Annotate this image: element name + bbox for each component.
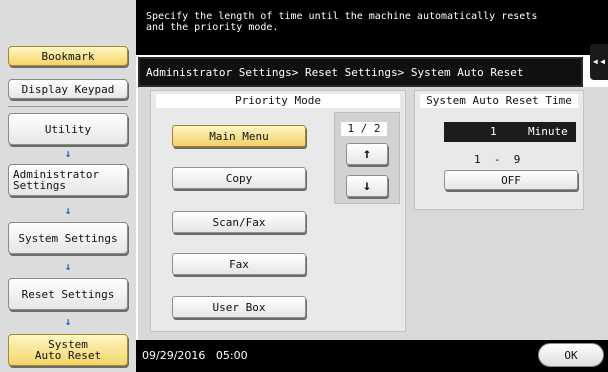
breadcrumb-text: Administrator Settings> Reset Settings> …	[146, 66, 524, 79]
priority-main-menu-button[interactable]: Main Menu	[172, 125, 306, 147]
down-arrow-icon: ↓	[64, 315, 72, 328]
reset-time-value: 1	[490, 125, 497, 138]
page-indicator: 1 / 2	[341, 122, 387, 136]
reset-time-unit: Minute	[528, 125, 568, 138]
auto-reset-time-panel	[414, 90, 584, 210]
nav-divider	[8, 106, 128, 107]
administrator-settings-button[interactable]: Administrator Settings	[8, 164, 128, 196]
priority-fax-button[interactable]: Fax	[172, 253, 306, 275]
off-button[interactable]: OFF	[444, 170, 578, 190]
auto-reset-time-title: System Auto Reset Time	[420, 94, 578, 108]
system-auto-reset-button[interactable]: System Auto Reset	[8, 334, 128, 366]
collapse-panel-icon[interactable]: ◂◂	[590, 44, 608, 80]
date-time: 09/29/2016 05:00	[142, 349, 248, 362]
page-down-button[interactable]: ↓	[346, 175, 388, 197]
priority-mode-title: Priority Mode	[156, 94, 400, 108]
priority-scan-fax-button[interactable]: Scan/Fax	[172, 211, 306, 233]
reset-time-field[interactable]: 1 Minute	[444, 122, 576, 142]
utility-button[interactable]: Utility	[8, 113, 128, 145]
message-bar: Specify the length of time until the mac…	[136, 0, 608, 55]
left-nav: Bookmark Display Keypad Utility ↓ Admini…	[0, 0, 136, 372]
display-keypad-button[interactable]: Display Keypad	[8, 79, 128, 99]
down-arrow-icon: ↓	[64, 204, 72, 217]
instruction-message: Specify the length of time until the mac…	[146, 11, 538, 33]
priority-user-box-button[interactable]: User Box	[172, 296, 306, 318]
page-up-button[interactable]: ↑	[346, 143, 388, 165]
down-arrow-icon: ↓	[64, 260, 72, 273]
reset-time-range: 1 - 9	[474, 153, 521, 166]
breadcrumb: Administrator Settings> Reset Settings> …	[138, 57, 583, 87]
priority-copy-button[interactable]: Copy	[172, 167, 306, 189]
ok-button[interactable]: OK	[538, 343, 604, 367]
reset-settings-button[interactable]: Reset Settings	[8, 278, 128, 310]
down-arrow-icon: ↓	[64, 147, 72, 160]
system-settings-button[interactable]: System Settings	[8, 222, 128, 254]
bookmark-button[interactable]: Bookmark	[8, 46, 128, 66]
